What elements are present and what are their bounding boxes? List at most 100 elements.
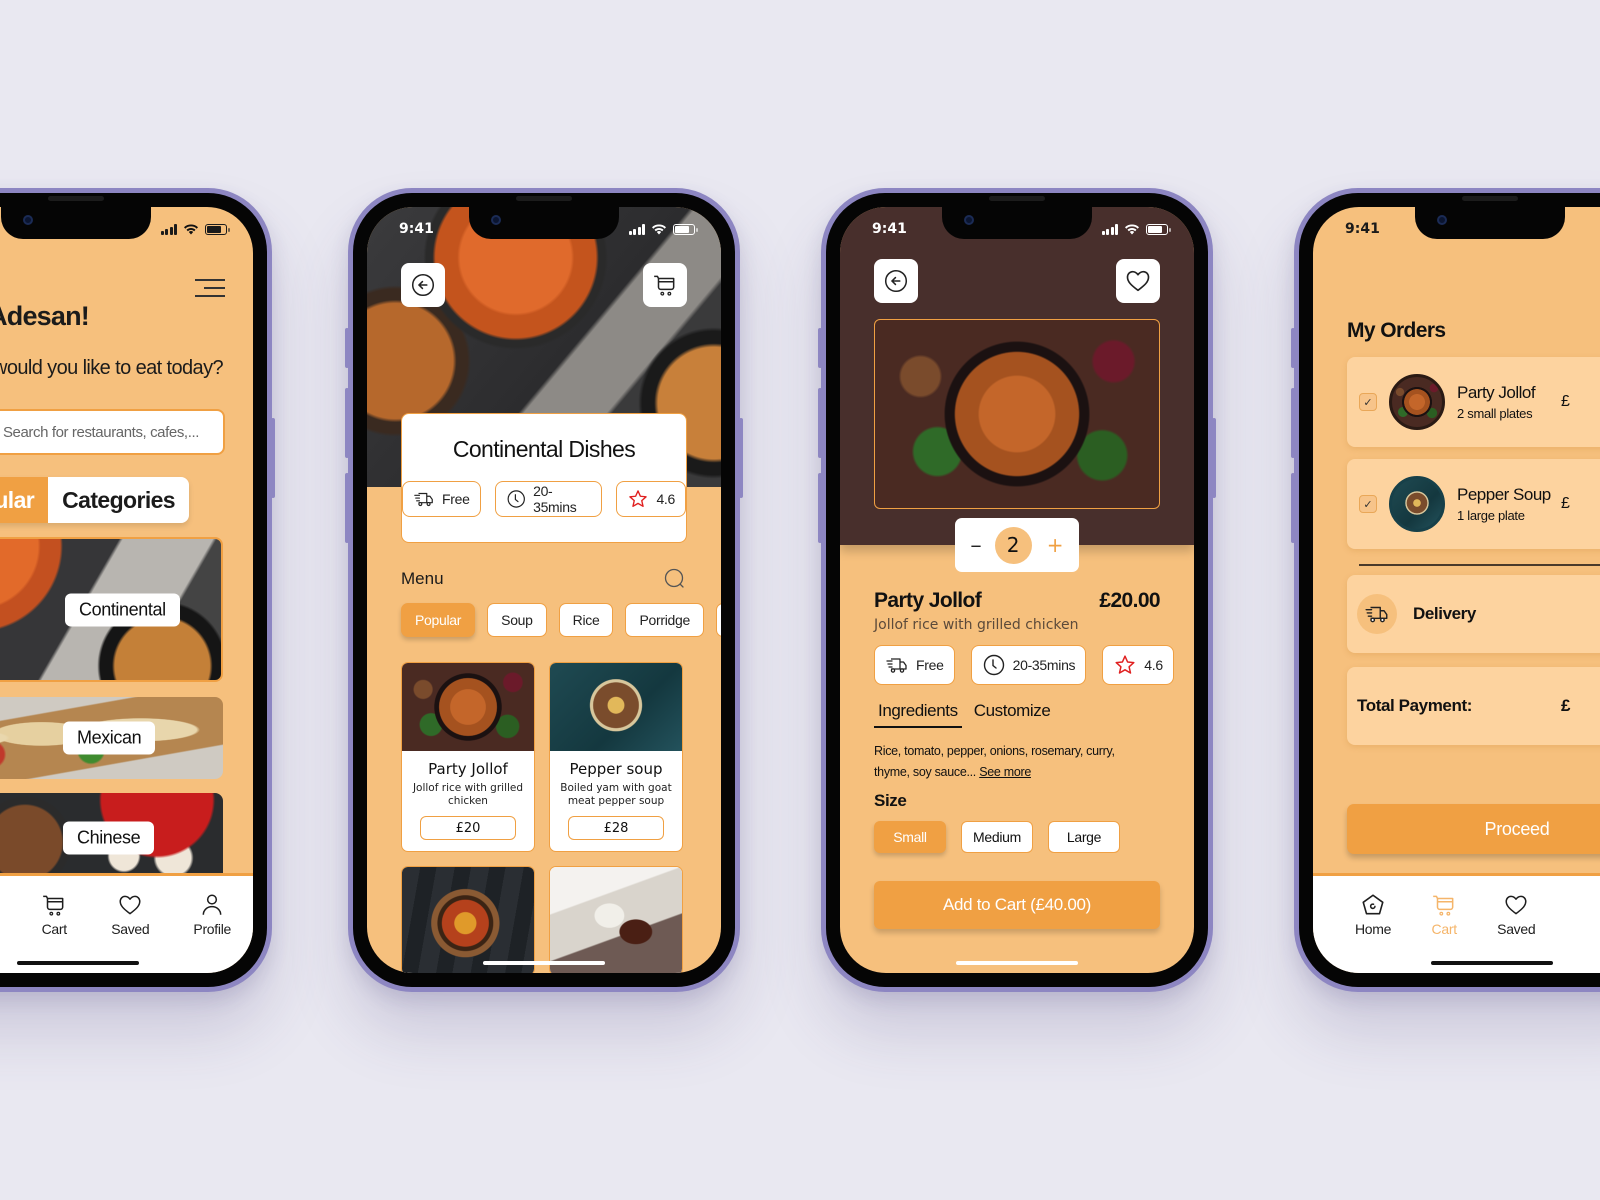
info-chips: Free 20-35mins 4.6: [402, 481, 686, 517]
size-small[interactable]: Small: [874, 821, 946, 853]
order-item: ✓ Party Jollof 2 small plates £: [1347, 357, 1600, 447]
volume-up-button: [818, 388, 822, 458]
order-thumbnail: [1389, 374, 1445, 430]
category-card-continental[interactable]: Continental: [0, 537, 223, 682]
search-icon[interactable]: [663, 567, 687, 591]
total-payment-card: Total Payment: £: [1347, 667, 1600, 745]
category-card-chinese[interactable]: Chinese: [0, 793, 223, 883]
ingredients-text: Rice, tomato, pepper, onions, rosemary, …: [874, 741, 1134, 783]
see-more-link[interactable]: See more: [979, 765, 1031, 779]
speaker: [989, 196, 1045, 201]
home-indicator: [956, 961, 1078, 965]
power-button: [271, 418, 275, 498]
signal-icon: [160, 223, 177, 235]
delivery-truck-icon: [413, 488, 435, 510]
power-button: [739, 418, 743, 498]
battery-icon: [673, 223, 698, 235]
wifi-icon: [652, 224, 666, 235]
popular-categories-toggle: Popular Categories: [0, 477, 189, 523]
back-button[interactable]: [874, 259, 918, 303]
order-quantity: 1 large plate: [1457, 508, 1525, 523]
delivery-truck-icon: [885, 653, 909, 677]
status-time: 9:41: [872, 221, 907, 237]
notch: [942, 207, 1092, 239]
screen: 9:41 Continental Dishes Free 20-35mins 4…: [367, 207, 721, 973]
dish-card[interactable]: [401, 866, 535, 973]
order-item: ✓ Pepper Soup 1 large plate £: [1347, 459, 1600, 549]
delivery-icon-badge: [1357, 594, 1397, 634]
dish-card[interactable]: Party Jollof Jollof rice with grilled ch…: [401, 662, 535, 852]
status-time: 9:41: [399, 221, 434, 237]
filter-rice[interactable]: Rice: [558, 603, 614, 637]
prompt-question: What would you like to eat today?: [0, 357, 224, 379]
order-checkbox[interactable]: ✓: [1359, 495, 1377, 513]
divider: [1359, 564, 1600, 566]
greeting: Hi Adesan!: [0, 301, 90, 331]
quantity-value: 2: [994, 526, 1032, 564]
cart-icon: [1431, 892, 1457, 918]
phone-orders-screen: 9:41 My Orders ✓ Party Jollof 2 small pl…: [1291, 188, 1600, 992]
status-icons: [1101, 223, 1171, 235]
home-icon: [1360, 892, 1386, 918]
tab-profile[interactable]: Profile: [193, 892, 231, 973]
segment-popular[interactable]: Popular: [0, 477, 49, 523]
category-label: Mexican: [63, 721, 156, 755]
dish-price: £28: [568, 816, 664, 840]
filter-porridge[interactable]: Porridge: [625, 603, 704, 637]
size-options: Small Medium Large: [874, 821, 1120, 853]
order-name: Pepper Soup: [1457, 485, 1551, 504]
home-indicator: [17, 961, 139, 965]
heart-icon: [1124, 267, 1152, 295]
dish-card[interactable]: [549, 866, 683, 973]
camera: [23, 215, 33, 225]
proceed-button[interactable]: Proceed: [1347, 804, 1600, 854]
user-icon: [199, 892, 225, 918]
decrease-button[interactable]: --: [971, 535, 982, 556]
hamburger-menu-icon[interactable]: [195, 279, 225, 303]
time-value: 20-35mins: [1012, 657, 1076, 673]
filter-soup[interactable]: Soup: [487, 603, 547, 637]
tab-customize[interactable]: Customize: [970, 701, 1055, 728]
star-icon: [1113, 653, 1137, 677]
bottom-tab-bar: Home Cart Saved: [1313, 873, 1600, 973]
time-chip: 20-35mins: [494, 481, 603, 517]
dish-card[interactable]: Pepper soup Boiled yam with goat meat pe…: [549, 662, 683, 852]
dish-photo: [402, 867, 534, 973]
camera: [491, 215, 501, 225]
search-input[interactable]: Search for restaurants, cafes,...: [0, 409, 225, 455]
order-checkbox[interactable]: ✓: [1359, 393, 1377, 411]
tab-home[interactable]: Home: [1355, 892, 1391, 973]
screen: 9:41 Hi Adesan! What would you like to e…: [0, 207, 253, 973]
dish-description: Jollof rice with grilled chicken: [412, 782, 524, 807]
dish-grid: Party Jollof Jollof rice with grilled ch…: [401, 662, 683, 973]
back-arrow-icon: [883, 268, 909, 294]
bottom-tab-bar: Cart Saved Profile: [0, 873, 253, 973]
delivery-option[interactable]: Delivery: [1347, 575, 1600, 653]
speaker: [1462, 196, 1518, 201]
phone-bezel: 9:41 My Orders ✓ Party Jollof 2 small pl…: [1299, 193, 1600, 987]
camera: [964, 215, 974, 225]
restaurant-info-card: Continental Dishes Free 20-35mins 4.6: [401, 413, 687, 543]
status-time: 9:41: [1345, 221, 1380, 237]
phone-bezel: 9:41 Continental Dishes Free 20-35mins 4…: [353, 193, 735, 987]
detail-tabs: Ingredients Customize: [874, 701, 1054, 728]
segment-categories[interactable]: Categories: [48, 477, 189, 523]
rating-value: 4.6: [656, 491, 675, 507]
add-to-cart-button[interactable]: Add to Cart (£40.00): [874, 881, 1160, 929]
dish-name: Party Jollof: [874, 589, 982, 612]
tab-ingredients[interactable]: Ingredients: [874, 701, 962, 728]
order-quantity: 2 small plates: [1457, 406, 1533, 421]
cart-button[interactable]: [643, 263, 687, 307]
filter-sauce[interactable]: Sauce: [716, 603, 721, 637]
size-large[interactable]: Large: [1048, 821, 1120, 853]
tab-label: Saved: [111, 921, 150, 937]
category-card-mexican[interactable]: Mexican: [0, 697, 223, 779]
back-button[interactable]: [401, 263, 445, 307]
clock-icon: [506, 488, 526, 510]
increase-button[interactable]: +: [1047, 533, 1064, 557]
filter-popular[interactable]: Popular: [401, 603, 476, 637]
size-medium[interactable]: Medium: [961, 821, 1033, 853]
wifi-icon: [184, 224, 198, 235]
phone-bezel: 9:41 Hi Adesan! What would you like to e…: [0, 193, 267, 987]
favorite-button[interactable]: [1116, 259, 1160, 303]
